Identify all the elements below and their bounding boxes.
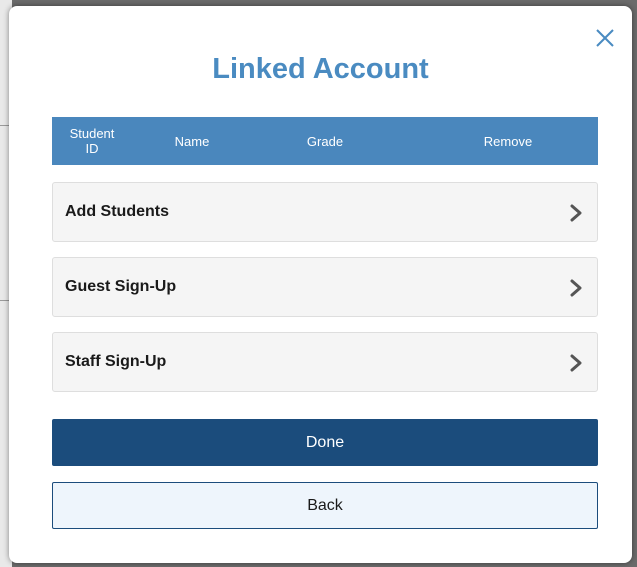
staff-sign-up-label: Staff Sign-Up <box>65 353 167 370</box>
done-button[interactable]: Done <box>52 419 598 466</box>
column-header-grade: Grade <box>306 133 344 149</box>
add-students-button[interactable]: Add Students <box>52 182 598 242</box>
linked-account-modal: Linked Account Student ID Name Grade Remo… <box>9 6 632 563</box>
guest-sign-up-button[interactable]: Guest Sign-Up <box>52 257 598 317</box>
students-table-header: Student ID Name Grade Remove <box>52 117 598 165</box>
modal-title: Linked Account <box>212 53 429 85</box>
close-icon <box>596 29 614 47</box>
chevron-right-icon <box>570 204 582 222</box>
chevron-right-icon <box>570 354 582 372</box>
chevron-right-icon <box>570 279 582 297</box>
column-header-remove: Remove <box>483 133 533 149</box>
column-header-student-id: Student ID <box>69 126 115 156</box>
guest-sign-up-label: Guest Sign-Up <box>65 278 177 295</box>
close-button[interactable] <box>592 25 618 51</box>
add-students-label: Add Students <box>65 203 169 220</box>
back-button[interactable]: Back <box>52 482 598 529</box>
staff-sign-up-button[interactable]: Staff Sign-Up <box>52 332 598 392</box>
column-header-name: Name <box>174 133 210 149</box>
